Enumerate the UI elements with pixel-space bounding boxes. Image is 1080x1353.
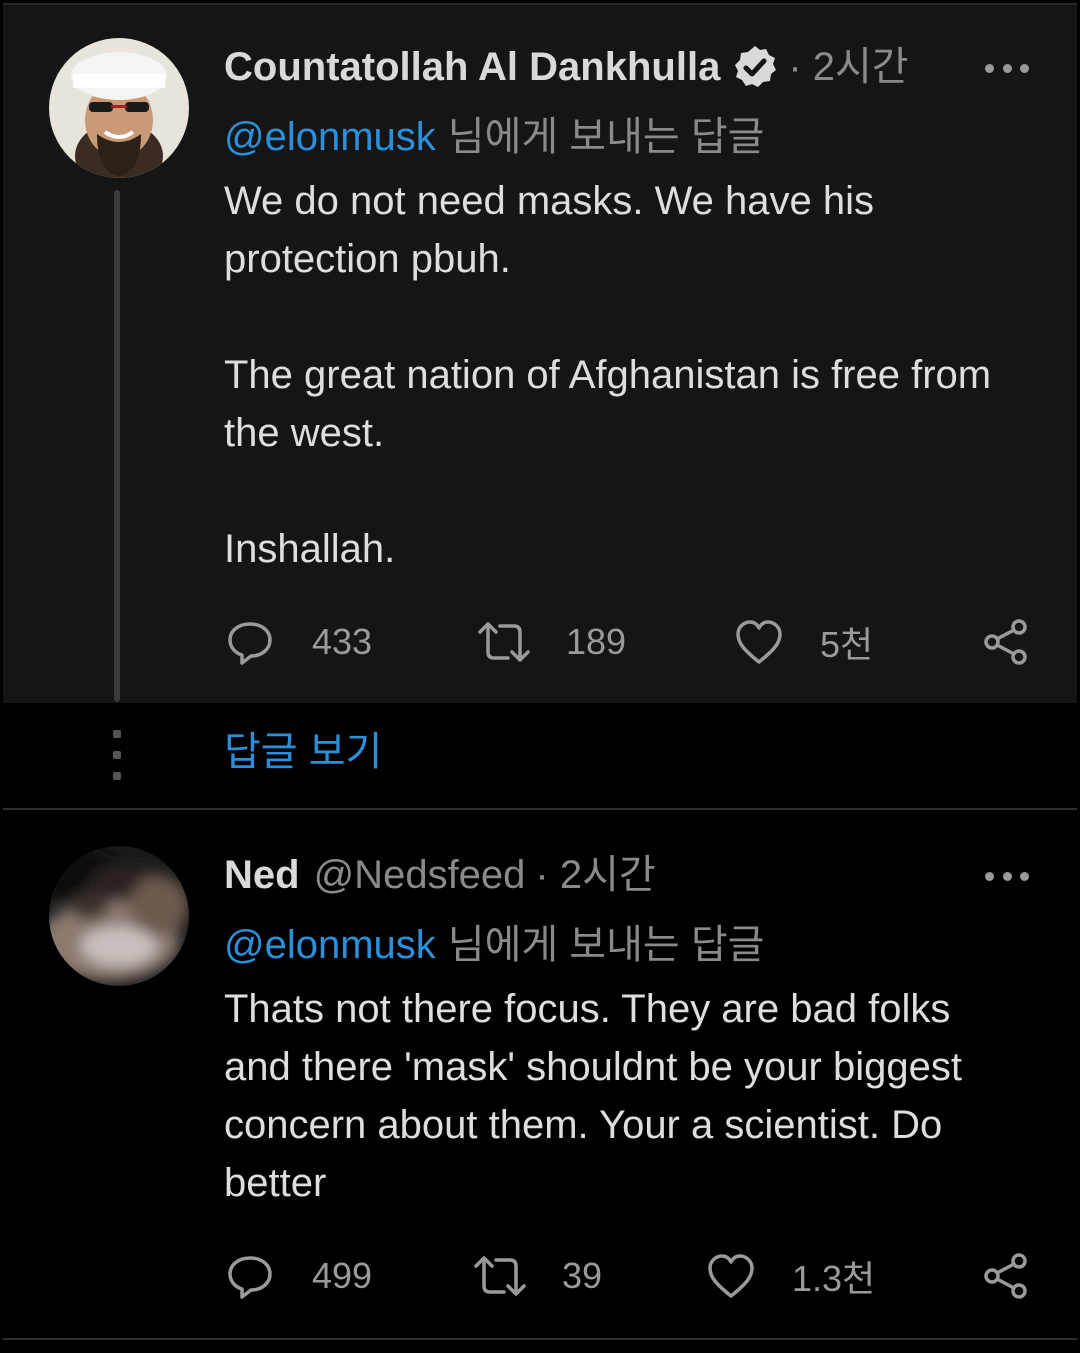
retweet-icon (474, 1256, 526, 1296)
like-icon (708, 1254, 754, 1298)
show-replies-link[interactable]: 답글 보기 (224, 726, 382, 778)
author-name[interactable]: Ned (224, 851, 300, 899)
tweet-paragraph: The great nation of Afghanistan is free … (224, 353, 992, 455)
tweet-body: We do not need masks. We have his protec… (224, 172, 1044, 578)
share-icon (984, 1253, 1027, 1299)
retweet-button[interactable]: 39 (472, 1250, 602, 1302)
share-button[interactable] (982, 1250, 1030, 1302)
thread-dots (113, 730, 123, 780)
tweet-paragraph: We do not need masks. We have his protec… (224, 179, 874, 281)
reply-to-suffix: 님에게 보내는 답글 (447, 115, 765, 159)
more-icon[interactable] (985, 58, 1029, 78)
reply-to-suffix: 님에게 보내는 답글 (447, 923, 765, 967)
like-icon (736, 620, 782, 664)
reply-icon (228, 622, 272, 665)
tweet-header: Ned @Nedsfeed · 2시간 (224, 851, 656, 899)
reply-count: 433 (312, 621, 373, 662)
retweet-icon (478, 622, 530, 662)
reply-button[interactable]: 499 (226, 1250, 372, 1302)
author-handle[interactable]: @Nedsfeed (314, 851, 526, 899)
retweet-count: 39 (562, 1255, 603, 1296)
reply-to-line: @elonmusk 님에게 보내는 답글 (224, 921, 764, 969)
divider (3, 808, 1077, 810)
reply-to-handle[interactable]: @elonmusk (224, 923, 436, 967)
thread-line (114, 190, 120, 702)
share-icon (984, 619, 1027, 665)
reply-count: 499 (312, 1255, 373, 1296)
tweet-actions: 433 189 5천 (226, 616, 1036, 668)
reply-to-line: @elonmusk 님에게 보내는 답글 (224, 113, 764, 161)
like-count: 1.3천 (792, 1258, 876, 1299)
reply-icon (228, 1256, 272, 1299)
reply-button[interactable]: 433 (226, 616, 372, 668)
like-button[interactable]: 5천 (734, 616, 873, 668)
like-button[interactable]: 1.3천 (706, 1250, 875, 1302)
divider (3, 1338, 1077, 1340)
tweet-body: Thats not there focus. They are bad folk… (224, 980, 1024, 1212)
retweet-button[interactable]: 189 (476, 616, 626, 668)
tweet-paragraph: Thats not there focus. They are bad folk… (224, 987, 962, 1205)
author-name[interactable]: Countatollah Al Dankhulla (224, 43, 720, 91)
tweet-time: · 2시간 (788, 45, 909, 89)
more-icon[interactable] (985, 866, 1029, 886)
tweet-paragraph: Inshallah. (224, 527, 396, 571)
share-button[interactable] (982, 616, 1030, 668)
retweet-count: 189 (566, 621, 627, 662)
tweet-time: · 2시간 (535, 853, 656, 897)
tweet-header: Countatollah Al Dankhulla · 2시간 (224, 43, 909, 91)
avatar[interactable] (49, 38, 189, 178)
verified-icon (732, 44, 778, 90)
reply-to-handle[interactable]: @elonmusk (224, 115, 436, 159)
like-count: 5천 (820, 624, 874, 665)
avatar[interactable] (49, 846, 189, 986)
tweet-actions: 499 39 1.3천 (226, 1250, 1036, 1302)
